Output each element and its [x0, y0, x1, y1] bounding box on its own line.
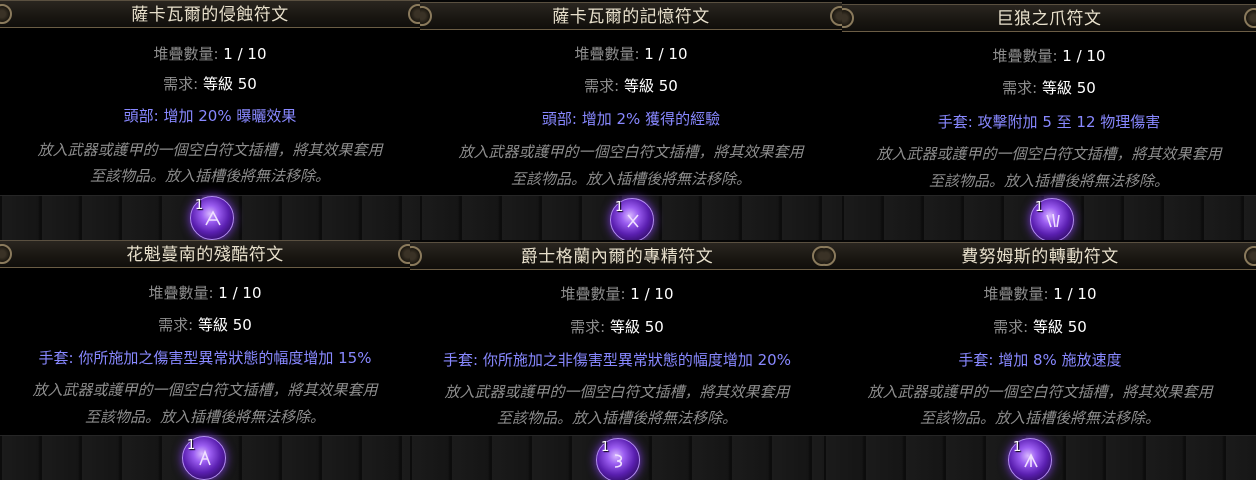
rune-title: 花魁蔓南的殘酷符文: [126, 245, 284, 265]
rune-tooltip-5: 爵士格蘭內爾的專精符文 堆疊數量: 1 / 10 需求: 等級 50 手套: 你…: [410, 242, 824, 480]
rune-orb-icon[interactable]: 1: [190, 196, 234, 240]
rune-modifier: 手套: 增加 8% 施放速度: [958, 351, 1122, 369]
stack-size: 堆疊數量: 1 / 10: [148, 284, 262, 302]
rune-orb-icon[interactable]: 1: [610, 198, 654, 240]
tooltip-header: 爵士格蘭內爾的專精符文: [410, 242, 824, 270]
rune-title: 巨狼之爪符文: [996, 9, 1102, 29]
rune-orb-icon[interactable]: 1: [1008, 438, 1052, 480]
rune-modifier: 頭部: 增加 20% 曝曬效果: [123, 107, 297, 125]
tooltip-header: 薩卡瓦爾的侵蝕符文: [0, 0, 420, 28]
rune-tooltip-6: 費努姆斯的轉動符文 堆疊數量: 1 / 10 需求: 等級 50 手套: 增加 …: [824, 242, 1256, 480]
stack-count: 1: [187, 438, 196, 453]
stack-count: 1: [615, 200, 624, 215]
stack-count: 1: [1013, 440, 1022, 455]
requirement: 需求: 等級 50: [1002, 79, 1096, 97]
requirement: 需求: 等級 50: [584, 77, 678, 95]
rune-title: 薩卡瓦爾的侵蝕符文: [131, 5, 289, 25]
tooltip-header: 巨狼之爪符文: [842, 4, 1256, 32]
stack-size: 堆疊數量: 1 / 10: [153, 45, 267, 63]
description-line-1: 放入武器或護甲的一個空白符文插槽，將其效果套用: [867, 383, 1213, 401]
rune-orb-icon[interactable]: 1: [596, 438, 640, 480]
stack-size: 堆疊數量: 1 / 10: [574, 45, 688, 63]
rune-modifier: 手套: 攻擊附加 5 至 12 物理傷害: [937, 113, 1161, 131]
rune-title: 爵士格蘭內爾的專精符文: [520, 247, 714, 267]
description-line-2: 至該物品。放入插槽後將無法移除。: [928, 172, 1169, 190]
description-line-1: 放入武器或護甲的一個空白符文插槽，將其效果套用: [32, 381, 378, 399]
requirement: 需求: 等級 50: [993, 318, 1087, 336]
description-line-2: 至該物品。放入插槽後將無法移除。: [89, 167, 330, 185]
rune-tooltip-4: 花魁蔓南的殘酷符文 堆疊數量: 1 / 10 需求: 等級 50 手套: 你所施…: [0, 240, 410, 480]
stack-size: 堆疊數量: 1 / 10: [560, 285, 674, 303]
tooltip-header: 花魁蔓南的殘酷符文: [0, 240, 410, 268]
rune-modifier: 手套: 你所施加之非傷害型異常狀態的幅度增加 20%: [443, 351, 791, 369]
rune-tooltip-1: 薩卡瓦爾的侵蝕符文 堆疊數量: 1 / 10 需求: 等級 50 頭部: 增加 …: [0, 0, 420, 240]
requirement: 需求: 等級 50: [158, 316, 252, 334]
rune-title: 費努姆斯的轉動符文: [961, 247, 1119, 267]
description-line-2: 至該物品。放入插槽後將無法移除。: [84, 408, 325, 426]
rune-modifier: 手套: 你所施加之傷害型異常狀態的幅度增加 15%: [38, 349, 372, 367]
requirement: 需求: 等級 50: [163, 75, 257, 93]
description-line-2: 至該物品。放入插槽後將無法移除。: [510, 170, 751, 188]
stack-count: 1: [195, 198, 204, 213]
requirement: 需求: 等級 50: [570, 318, 664, 336]
rune-orb-icon[interactable]: 1: [182, 436, 226, 480]
rune-tooltip-3: 巨狼之爪符文 堆疊數量: 1 / 10 需求: 等級 50 手套: 攻擊附加 5…: [842, 4, 1256, 240]
description-line-2: 至該物品。放入插槽後將無法移除。: [496, 409, 737, 427]
stack-count: 1: [1035, 200, 1044, 215]
stack-size: 堆疊數量: 1 / 10: [983, 285, 1097, 303]
rune-title: 薩卡瓦爾的記憶符文: [552, 7, 710, 27]
stack-count: 1: [601, 440, 610, 455]
description-line-1: 放入武器或護甲的一個空白符文插槽，將其效果套用: [37, 141, 383, 159]
description-line-1: 放入武器或護甲的一個空白符文插槽，將其效果套用: [458, 143, 804, 161]
description-line-2: 至該物品。放入插槽後將無法移除。: [919, 409, 1160, 427]
rune-orb-icon[interactable]: 1: [1030, 198, 1074, 240]
description-line-1: 放入武器或護甲的一個空白符文插槽，將其效果套用: [876, 145, 1222, 163]
rune-tooltip-2: 薩卡瓦爾的記憶符文 堆疊數量: 1 / 10 需求: 等級 50 頭部: 增加 …: [420, 2, 842, 240]
stack-size: 堆疊數量: 1 / 10: [992, 47, 1106, 65]
tooltip-header: 薩卡瓦爾的記憶符文: [420, 2, 842, 30]
rune-modifier: 頭部: 增加 2% 獲得的經驗: [541, 110, 721, 128]
description-line-1: 放入武器或護甲的一個空白符文插槽，將其效果套用: [444, 383, 790, 401]
tooltip-header: 費努姆斯的轉動符文: [824, 242, 1256, 270]
